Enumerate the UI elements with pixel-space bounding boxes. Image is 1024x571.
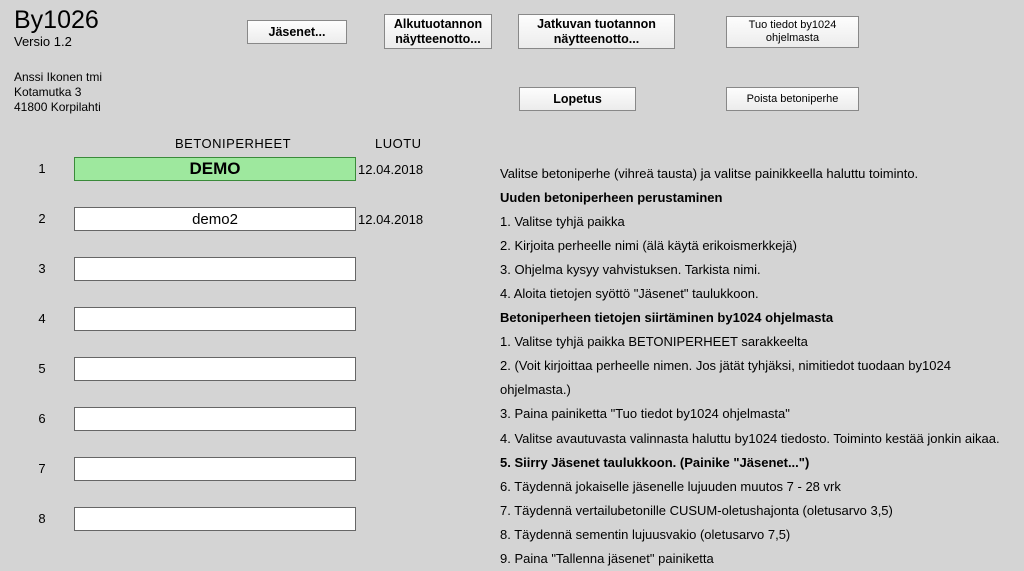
company-line3: 41800 Korpilahti <box>14 100 102 115</box>
alkutuotanto-button[interactable]: Alkutuotannon näytteenotto... <box>384 14 492 49</box>
app-version: Versio 1.2 <box>14 34 72 49</box>
instruction-s2-7: 7. Täydennä vertailubetonille CUSUM-olet… <box>500 499 1010 523</box>
created-column-header: LUOTU <box>375 136 422 151</box>
instruction-s1-4: 4. Aloita tietojen syöttö "Jäsenet" taul… <box>500 282 1010 306</box>
company-line2: Kotamutka 3 <box>14 85 102 100</box>
family-name-input[interactable] <box>74 457 356 481</box>
row-number: 2 <box>32 211 52 226</box>
instruction-s2-4: 4. Valitse avautuvasta valinnasta halutt… <box>500 427 1010 451</box>
instruction-s1-2: 2. Kirjoita perheelle nimi (älä käytä er… <box>500 234 1010 258</box>
instruction-s2-1: 1. Valitse tyhjä paikka BETONIPERHEET sa… <box>500 330 1010 354</box>
family-name-input[interactable] <box>74 257 356 281</box>
family-created-date: 12.04.2018 <box>358 162 423 177</box>
instruction-s2-9: 9. Paina "Tallenna jäsenet" painiketta <box>500 547 1010 571</box>
row-number: 4 <box>32 311 52 326</box>
family-name-input[interactable] <box>74 507 356 531</box>
jatkuva-tuotanto-button[interactable]: Jatkuvan tuotannon näytteenotto... <box>518 14 675 49</box>
company-line1: Anssi Ikonen tmi <box>14 70 102 85</box>
row-number: 6 <box>32 411 52 426</box>
instruction-section2-title: Betoniperheen tietojen siirtäminen by102… <box>500 306 1010 330</box>
row-number: 1 <box>32 161 52 176</box>
company-info: Anssi Ikonen tmi Kotamutka 3 41800 Korpi… <box>14 70 102 115</box>
row-number: 8 <box>32 511 52 526</box>
instruction-s1-3: 3. Ohjelma kysyy vahvistuksen. Tarkista … <box>500 258 1010 282</box>
family-name-input[interactable] <box>74 357 356 381</box>
instruction-section1-title: Uuden betoniperheen perustaminen <box>500 186 1010 210</box>
instruction-s1-1: 1. Valitse tyhjä paikka <box>500 210 1010 234</box>
instruction-s2-6: 6. Täydennä jokaiselle jäsenelle lujuude… <box>500 475 1010 499</box>
instruction-s2-8: 8. Täydennä sementin lujuusvakio (oletus… <box>500 523 1010 547</box>
family-created-date: 12.04.2018 <box>358 212 423 227</box>
tuo-tiedot-button[interactable]: Tuo tiedot by1024 ohjelmasta <box>726 16 859 48</box>
app-title: By1026 <box>14 6 99 35</box>
instruction-intro: Valitse betoniperhe (vihreä tausta) ja v… <box>500 162 1010 186</box>
families-column-header: BETONIPERHEET <box>175 136 291 151</box>
instruction-s2-2: 2. (Voit kirjoittaa perheelle nimen. Jos… <box>500 354 1010 402</box>
jasenet-button[interactable]: Jäsenet... <box>247 20 347 44</box>
family-name-input[interactable]: demo2 <box>74 207 356 231</box>
row-number: 7 <box>32 461 52 476</box>
row-number: 5 <box>32 361 52 376</box>
poista-betoniperhe-button[interactable]: Poista betoniperhe <box>726 87 859 111</box>
row-number: 3 <box>32 261 52 276</box>
family-name-input[interactable]: DEMO <box>74 157 356 181</box>
family-name-input[interactable] <box>74 407 356 431</box>
instruction-s2-5: 5. Siirry Jäsenet taulukkoon. (Painike "… <box>500 451 1010 475</box>
instruction-s2-3: 3. Paina painiketta "Tuo tiedot by1024 o… <box>500 402 1010 426</box>
instructions-panel: Valitse betoniperhe (vihreä tausta) ja v… <box>500 162 1010 571</box>
family-name-input[interactable] <box>74 307 356 331</box>
lopetus-button[interactable]: Lopetus <box>519 87 636 111</box>
